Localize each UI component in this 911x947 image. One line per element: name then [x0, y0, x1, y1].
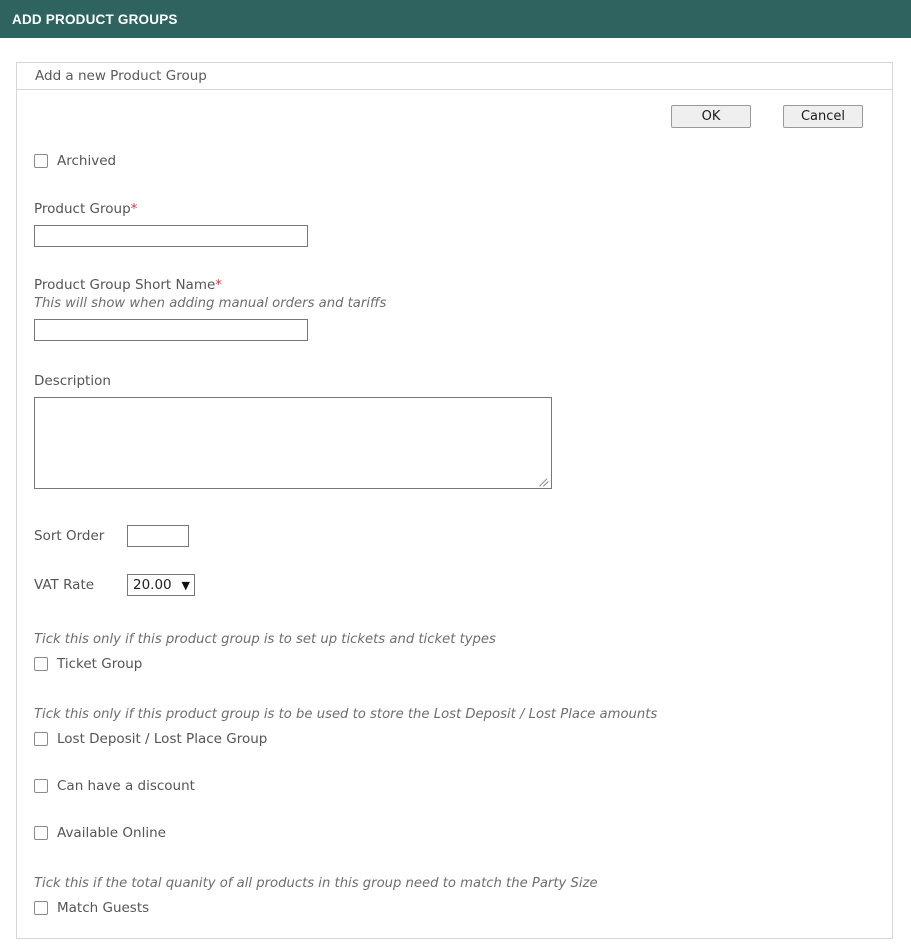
- ticket-group-label[interactable]: Ticket Group: [57, 656, 142, 672]
- available-online-checkbox[interactable]: [34, 826, 48, 840]
- short-name-hint: This will show when adding manual orders…: [34, 296, 387, 311]
- available-online-label[interactable]: Available Online: [57, 825, 166, 841]
- vat-rate-select[interactable]: 20.00 ▼: [127, 574, 195, 596]
- ticket-group-checkbox[interactable]: [34, 657, 48, 671]
- can-have-discount-checkbox-row[interactable]: Can have a discount: [34, 778, 875, 794]
- product-group-required-marker: *: [130, 201, 138, 217]
- vat-rate-selected-value: 20.00: [133, 577, 172, 593]
- ticket-group-checkbox-row[interactable]: Ticket Group: [34, 656, 875, 672]
- match-guests-hint: Tick this if the total quanity of all pr…: [34, 876, 598, 891]
- description-textarea[interactable]: [34, 397, 552, 489]
- lost-deposit-group-label[interactable]: Lost Deposit / Lost Place Group: [57, 731, 267, 747]
- available-online-checkbox-row[interactable]: Available Online: [34, 825, 875, 841]
- resize-handle-icon[interactable]: [538, 475, 550, 487]
- cancel-button[interactable]: Cancel: [783, 105, 863, 128]
- lost-deposit-group-hint: Tick this only if this product group is …: [34, 707, 658, 722]
- sort-order-label: Sort Order: [34, 528, 105, 544]
- archived-checkbox-row[interactable]: Archived: [34, 153, 875, 169]
- page-title: ADD PRODUCT GROUPS: [12, 11, 178, 27]
- product-group-input[interactable]: [34, 225, 308, 247]
- short-name-required-marker: *: [215, 277, 223, 293]
- match-guests-checkbox-row[interactable]: Match Guests: [34, 900, 875, 916]
- short-name-field: Product Group Short Name* This will show…: [34, 277, 875, 341]
- archived-checkbox[interactable]: [34, 154, 48, 168]
- lost-deposit-group-checkbox[interactable]: [34, 732, 48, 746]
- short-name-label-text: Product Group Short Name: [34, 277, 216, 293]
- panel-body: OK Cancel Archived Product Group* Produc…: [17, 90, 892, 938]
- description-field: Description: [34, 373, 875, 489]
- chevron-down-icon: ▼: [181, 578, 190, 592]
- vat-rate-label: VAT Rate: [34, 577, 95, 593]
- short-name-label: Product Group Short Name*: [34, 277, 875, 293]
- can-have-discount-checkbox[interactable]: [34, 779, 48, 793]
- match-guests-checkbox[interactable]: [34, 901, 48, 915]
- app-header-bar: ADD PRODUCT GROUPS: [0, 0, 911, 38]
- form-action-buttons: OK Cancel: [34, 105, 875, 128]
- product-group-label: Product Group*: [34, 201, 875, 217]
- ok-button[interactable]: OK: [671, 105, 751, 128]
- lost-deposit-group-checkbox-row[interactable]: Lost Deposit / Lost Place Group: [34, 731, 875, 747]
- sort-order-field: Sort Order: [34, 525, 875, 547]
- vat-rate-field: VAT Rate 20.00 ▼: [34, 574, 875, 596]
- match-guests-label[interactable]: Match Guests: [57, 900, 149, 916]
- can-have-discount-label[interactable]: Can have a discount: [57, 778, 195, 794]
- product-group-label-text: Product Group: [34, 201, 131, 217]
- panel-header: Add a new Product Group: [17, 63, 892, 90]
- description-label: Description: [34, 373, 111, 389]
- sort-order-input[interactable]: [127, 525, 189, 547]
- add-product-group-panel: Add a new Product Group OK Cancel Archiv…: [16, 62, 893, 939]
- panel-header-title: Add a new Product Group: [35, 68, 207, 84]
- archived-label[interactable]: Archived: [57, 153, 116, 169]
- product-group-field: Product Group*: [34, 201, 875, 247]
- ticket-group-hint: Tick this only if this product group is …: [34, 632, 496, 647]
- short-name-input[interactable]: [34, 319, 308, 341]
